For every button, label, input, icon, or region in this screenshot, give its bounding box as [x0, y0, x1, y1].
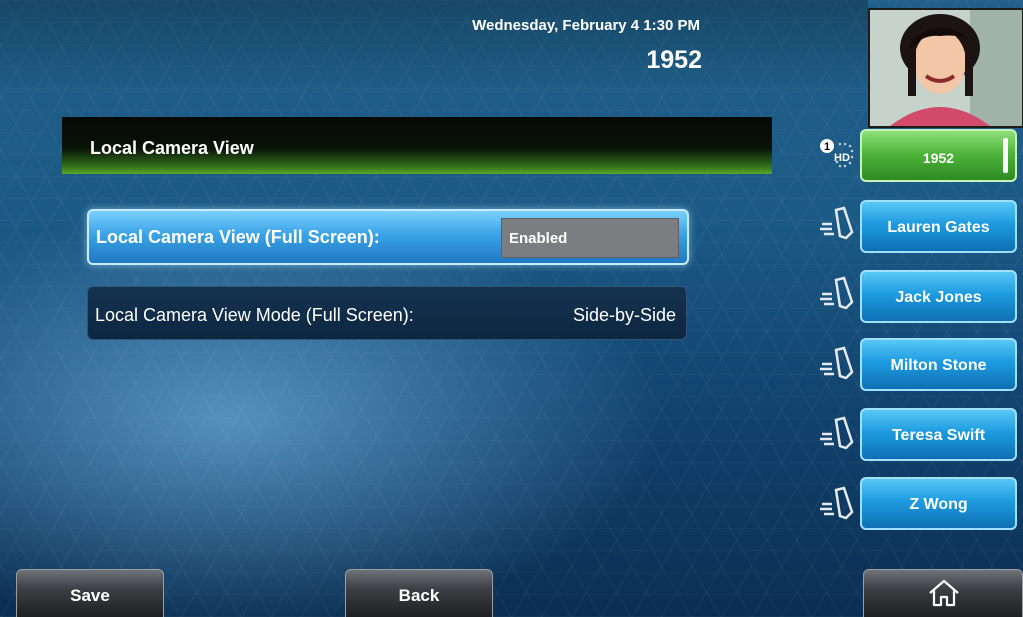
setting-label: Local Camera View Mode (Full Screen): [95, 305, 414, 325]
hd-status-icon: HD 1 [818, 136, 858, 176]
panel-title-bar: Local Camera View [62, 117, 772, 174]
phone-screen: Wednesday, February 4 1:30 PM 1952 Local… [0, 0, 1023, 617]
line-key-z-wong[interactable]: Z Wong [860, 477, 1017, 530]
save-button[interactable]: Save [16, 569, 164, 617]
line-key-label: Milton Stone [890, 357, 987, 374]
date-time: Wednesday, February 4 1:30 PM [472, 17, 700, 34]
home-button[interactable] [863, 569, 1023, 617]
line-key-milton-stone[interactable]: Milton Stone [860, 338, 1017, 391]
status-bar: Wednesday, February 4 1:30 PM 1952 [0, 0, 868, 93]
setting-local-camera-view[interactable]: Local Camera View (Full Screen): Enabled [87, 209, 689, 265]
line-key-label: Z Wong [909, 496, 968, 513]
setting-value: Enabled [509, 230, 568, 247]
setting-label: Local Camera View (Full Screen): [96, 227, 380, 247]
line-key-1952[interactable]: 1952 [860, 129, 1017, 182]
line-key-label: Lauren Gates [887, 219, 990, 236]
back-button[interactable]: Back [345, 569, 493, 617]
hd-badge-count: 1 [824, 141, 830, 153]
line-key-lauren-gates[interactable]: Lauren Gates [860, 200, 1017, 253]
camera-preview-image [870, 10, 1022, 126]
back-button-label: Back [398, 586, 440, 605]
setting-local-camera-view-mode[interactable]: Local Camera View Mode (Full Screen): Si… [87, 286, 687, 340]
page-title: Local Camera View [90, 138, 254, 158]
hd-label: HD [834, 152, 850, 164]
line-key-label: Jack Jones [895, 289, 982, 306]
line-key-label: 1952 [922, 150, 955, 166]
handset-icon [818, 342, 858, 382]
home-icon [929, 579, 959, 607]
handset-icon [818, 482, 858, 522]
save-button-label: Save [70, 586, 110, 605]
phone-extension: 1952 [646, 46, 702, 74]
self-view-video[interactable] [868, 8, 1023, 128]
handset-icon [818, 412, 858, 452]
line-key-jack-jones[interactable]: Jack Jones [860, 270, 1017, 323]
handset-icon [818, 272, 858, 312]
setting-value-select[interactable]: Enabled [501, 218, 679, 258]
line-key-label: Teresa Swift [891, 427, 986, 444]
line-key-teresa-swift[interactable]: Teresa Swift [860, 408, 1017, 461]
handset-icon [818, 202, 858, 242]
setting-value: Side-by-Side [572, 305, 676, 325]
